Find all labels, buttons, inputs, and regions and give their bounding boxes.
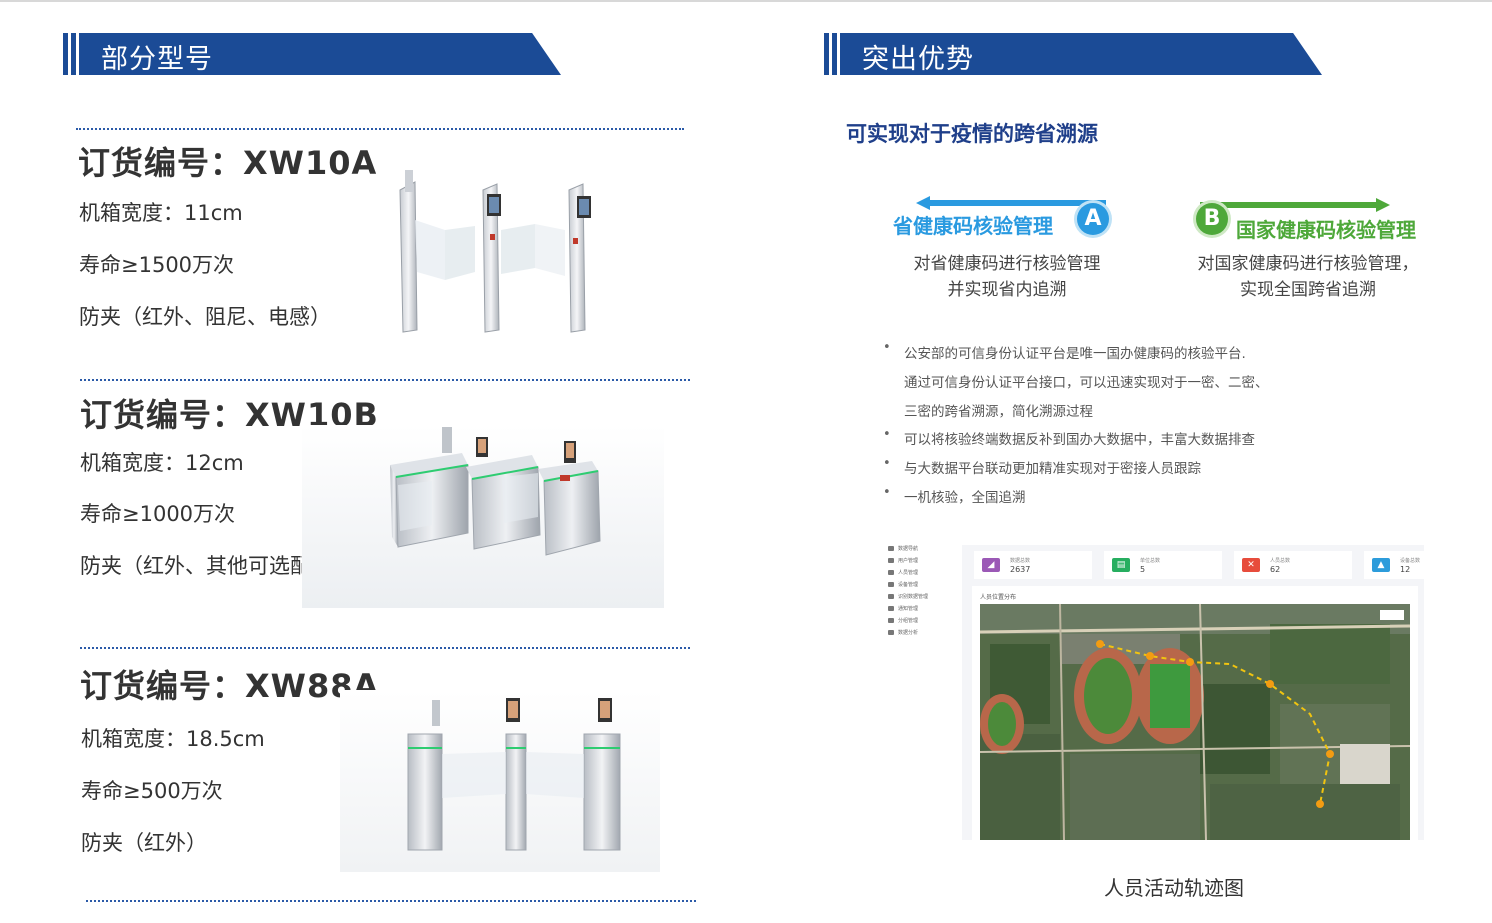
chart-icon: ◢ [982, 558, 1000, 572]
top-border [0, 0, 1492, 2]
model-life: 寿命≥1000万次 [80, 502, 236, 526]
bullet-marker: • [883, 427, 891, 442]
model-anti-pinch: 防夹（红外） [81, 831, 207, 855]
bullet-text: 三密的跨省溯源，简化溯源过程 [904, 404, 1093, 420]
group-icon [888, 618, 894, 623]
stat-value: 62 [1270, 565, 1281, 574]
cross-icon: ✕ [1242, 558, 1260, 572]
stat-value: 12 [1400, 565, 1411, 574]
model-anti-pinch: 防夹（红外、其他可选配） [80, 554, 332, 578]
sidebar-item[interactable]: 数据分析 [888, 629, 958, 639]
bullet-marker: • [883, 485, 891, 500]
sidebar-item[interactable]: 识别数据管理 [888, 593, 958, 603]
model-width: 机箱宽度：11cm [79, 201, 243, 225]
label-national-code: 国家健康码核验管理 [1236, 218, 1416, 242]
model-life: 寿命≥500万次 [81, 779, 223, 803]
header-bar [63, 33, 68, 75]
bullet-text: 与大数据平台联动更加精准实现对于密接人员跟踪 [904, 461, 1201, 477]
separator [80, 647, 690, 649]
header-bar [824, 33, 829, 75]
monitor-icon [888, 570, 894, 575]
device-icon [888, 582, 894, 587]
bell-icon [888, 606, 894, 611]
stat-card: ▲ 设备总数 12 [1364, 551, 1424, 579]
desc-line: 实现全国跨省追溯 [1240, 280, 1376, 300]
stat-card: ✕ 人员总数 62 [1234, 551, 1352, 579]
dashboard-sidebar: 数据导航 用户管理 人员管理 设备管理 识别数据管理 通知管理 分组管理 数据分… [888, 545, 960, 645]
stat-label: 人员总数 [1270, 558, 1291, 564]
separator [80, 379, 690, 381]
header-bar [832, 33, 837, 75]
section-title: 突出优势 [862, 44, 974, 75]
separator [86, 900, 696, 902]
location-icon [888, 546, 894, 551]
model-order-number: 订货编号：XW88A [80, 667, 380, 705]
section-header-advantages: 突出优势 [824, 33, 1324, 75]
model-life: 寿命≥1500万次 [79, 253, 235, 277]
map-graphic [980, 604, 1410, 840]
data-icon [888, 594, 894, 599]
chart-icon [888, 630, 894, 635]
satellite-map[interactable] [980, 604, 1410, 840]
section-title: 部分型号 [101, 44, 213, 75]
desc-provincial: 对省健康码进行核验管理 并实现省内追溯 [900, 251, 1114, 303]
header-bar [71, 33, 76, 75]
sidebar-item[interactable]: 设备管理 [888, 581, 958, 591]
model-anti-pinch: 防夹（红外、阻尼、电感） [79, 305, 331, 329]
turnstile-image-xw88a [340, 690, 660, 872]
bullet-text: 通过可信身份认证平台接口，可以迅速实现对于一密、二密、 [904, 375, 1269, 391]
arrow-left-icon [916, 196, 1106, 210]
desc-line: 对国家健康码进行核验管理， [1197, 254, 1419, 274]
desc-line: 对省健康码进行核验管理 [913, 254, 1101, 274]
turnstile-image-xw10a [399, 170, 591, 333]
map-title: 人员位置分布 [980, 594, 1017, 601]
bullet-marker: • [883, 456, 891, 471]
desc-national: 对国家健康码进行核验管理， 实现全国跨省追溯 [1180, 251, 1436, 303]
sidebar-item[interactable]: 用户管理 [888, 557, 958, 567]
document-icon: ▤ [1112, 558, 1130, 572]
stat-value: 5 [1140, 565, 1146, 574]
image-caption: 人员活动轨迹图 [1104, 876, 1244, 900]
stat-card: ◢ 数据总数 2637 [974, 551, 1092, 579]
stat-label: 数据总数 [1010, 558, 1031, 564]
badge-a: A [1077, 203, 1109, 235]
section-header-models: 部分型号 [63, 33, 563, 75]
turnstile-image-xw10b [302, 425, 664, 608]
sidebar-item[interactable]: 数据导航 [888, 545, 958, 555]
desc-line: 并实现省内追溯 [947, 280, 1067, 300]
sidebar-item[interactable]: 通知管理 [888, 605, 958, 615]
bullet-text: 可以将核验终端数据反补到国办大数据中，丰富大数据排查 [904, 432, 1255, 448]
bullet-text: 公安部的可信身份认证平台是唯一国办健康码的核验平台. [904, 346, 1246, 362]
stat-card: ▤ 单位总数 5 [1104, 551, 1222, 579]
stat-label: 单位总数 [1140, 558, 1161, 564]
separator [76, 128, 684, 130]
badge-b: B [1196, 203, 1228, 235]
bullet-text: 一机核验，全国追溯 [904, 490, 1026, 506]
model-width: 机箱宽度：12cm [80, 451, 244, 475]
advantage-headline: 可实现对于疫情的跨省溯源 [846, 122, 1098, 146]
model-order-number: 订货编号：XW10A [78, 144, 378, 182]
sidebar-item[interactable]: 人员管理 [888, 569, 958, 579]
stat-label: 设备总数 [1400, 558, 1421, 564]
sidebar-item[interactable]: 分组管理 [888, 617, 958, 627]
label-provincial-code: 省健康码核验管理 [893, 214, 1053, 238]
bullet-marker: • [883, 340, 891, 355]
users-icon [888, 558, 894, 563]
model-width: 机箱宽度：18.5cm [81, 727, 265, 751]
device-icon: ▲ [1372, 558, 1390, 572]
arrow-right-icon [1200, 198, 1390, 212]
stat-value: 2637 [1010, 565, 1031, 574]
